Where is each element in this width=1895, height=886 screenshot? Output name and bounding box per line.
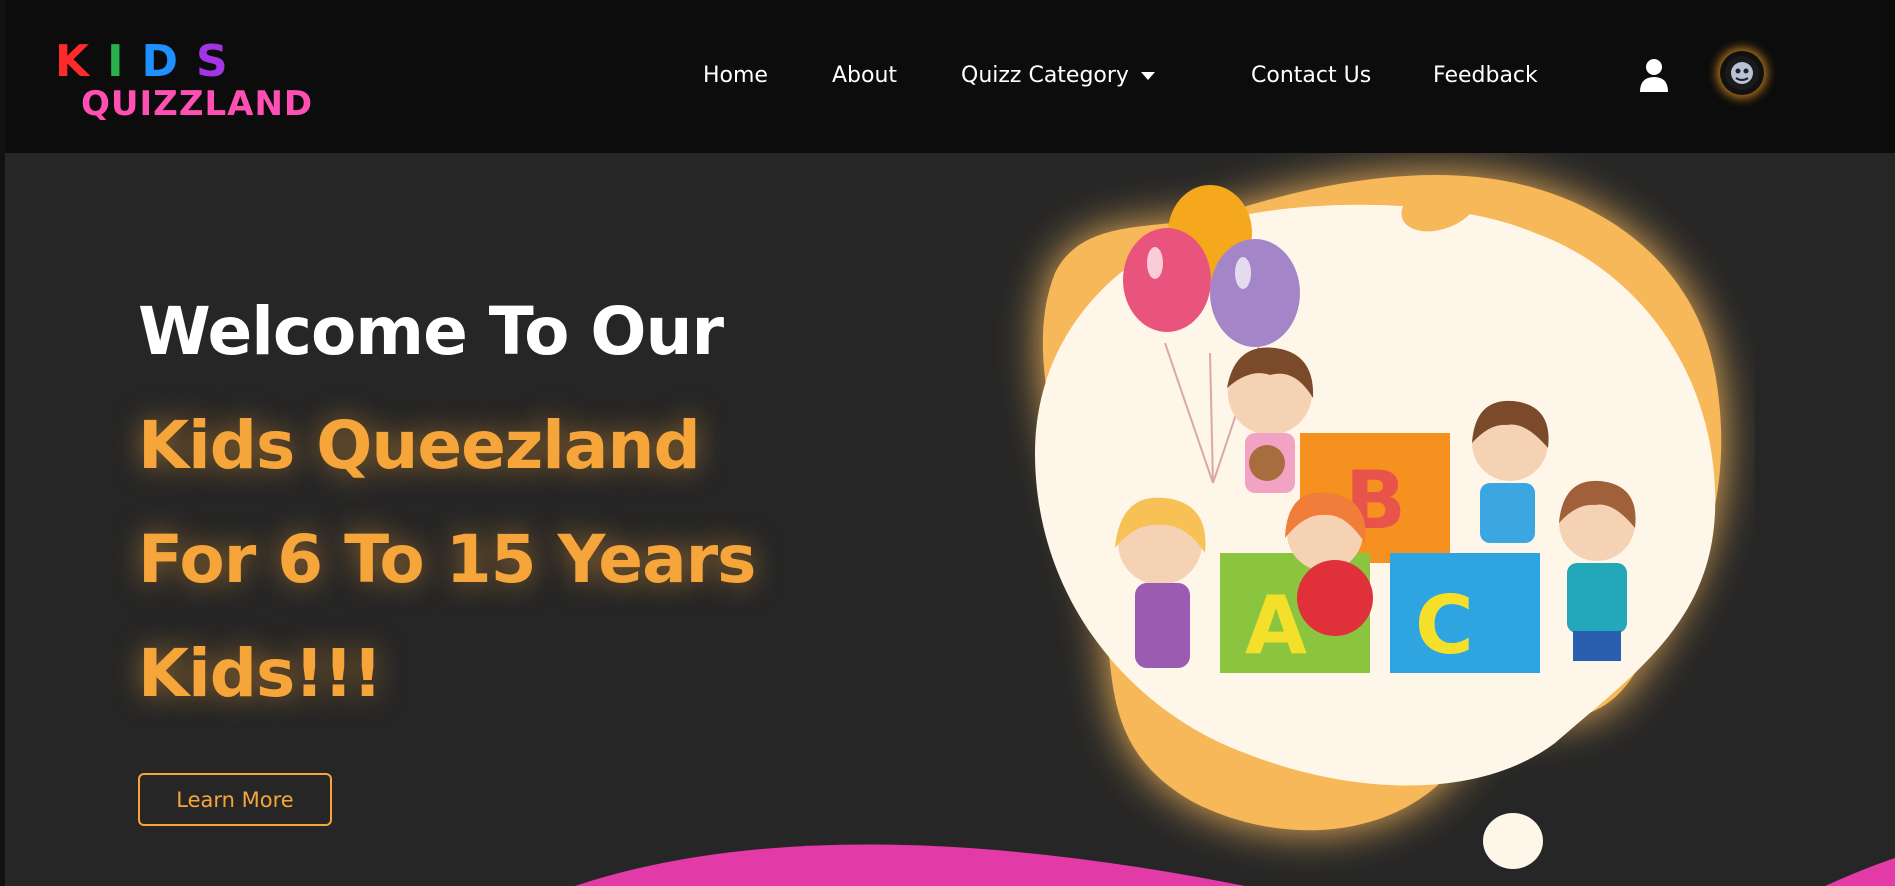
nav-quizz-category-label: Quizz Category — [961, 63, 1129, 88]
top-navbar: KIDS QUIZZLAND Home About Quizz Category… — [5, 0, 1895, 153]
svg-text:C: C — [1415, 579, 1474, 672]
logo-letter-k: K — [55, 36, 108, 87]
site-logo[interactable]: KIDS QUIZZLAND — [55, 36, 312, 126]
hero-title-line-3: For 6 To 15 Years — [138, 521, 756, 598]
nav-contact-us[interactable]: Contact Us — [1251, 58, 1371, 94]
avatar[interactable] — [1720, 51, 1764, 95]
nav-about[interactable]: About — [832, 58, 897, 94]
nav-home[interactable]: Home — [703, 58, 768, 94]
logo-letter-i: I — [107, 36, 142, 87]
caret-down-icon — [1140, 72, 1155, 80]
user-icon[interactable] — [1638, 58, 1670, 92]
hero-title-line-4: Kids!!! — [138, 635, 383, 712]
kids-with-abc-blocks-illustration: B A C — [1035, 174, 1722, 869]
hero-title-line-1: Welcome To Our — [138, 293, 724, 370]
hero-section: Welcome To Our Kids Queezland For 6 To 1… — [5, 153, 1895, 886]
hero-title-line-2: Kids Queezland — [138, 407, 701, 484]
logo-letter-d: D — [141, 36, 197, 87]
logo-letter-s: S — [196, 36, 246, 87]
nav-quizz-category[interactable]: Quizz Category — [961, 58, 1155, 94]
logo-quizzland-text: QUIZZLAND — [81, 84, 314, 124]
logo-kids-text: KIDS — [55, 36, 246, 87]
avatar-icon — [1725, 56, 1759, 90]
learn-more-button[interactable]: Learn More — [138, 773, 332, 826]
nav-feedback[interactable]: Feedback — [1433, 58, 1538, 94]
